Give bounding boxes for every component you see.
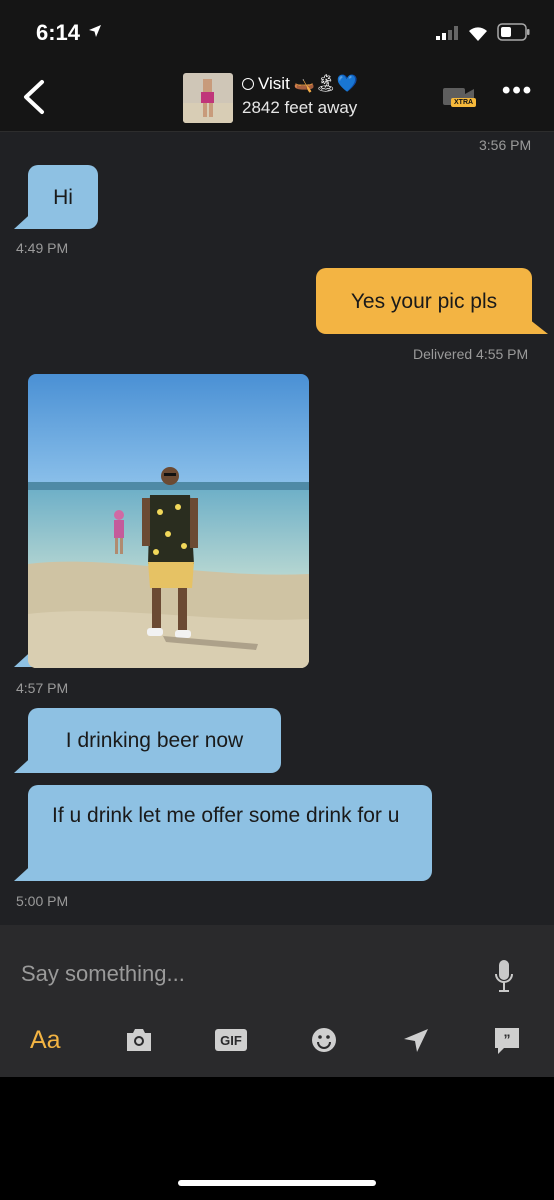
profile-distance: 2842 feet away: [242, 98, 358, 117]
signal-icon: [436, 26, 458, 40]
photo-message[interactable]: [28, 374, 309, 668]
home-indicator: [178, 1180, 376, 1186]
incoming-message[interactable]: If u drink let me offer some drink for u: [28, 785, 432, 881]
gif-label: GIF: [220, 1032, 242, 1048]
saved-phrases-icon[interactable]: ”: [492, 1023, 522, 1057]
video-call-icon[interactable]: [440, 82, 478, 112]
outgoing-message[interactable]: Yes your pic pls: [316, 268, 532, 334]
emoji-icon[interactable]: [310, 1023, 338, 1057]
timestamp: 5:00 PM: [16, 893, 69, 909]
battery-icon: [497, 23, 530, 41]
status-time: 6:14: [36, 20, 81, 45]
text-format-button[interactable]: Aa: [30, 1023, 61, 1057]
timestamp: 3:56 PM: [479, 137, 532, 153]
profile-name: Visit: [258, 74, 290, 93]
timestamp: 4:49 PM: [16, 240, 69, 256]
mic-icon[interactable]: [494, 959, 514, 995]
xtra-badge: XTRA: [451, 98, 477, 107]
online-status-icon: [242, 78, 254, 90]
profile-emojis: 🛶🏝💙: [293, 74, 358, 93]
message-text: Hi: [53, 185, 73, 209]
back-icon[interactable]: [18, 78, 52, 116]
camera-icon[interactable]: [124, 1023, 154, 1057]
avatar[interactable]: [183, 73, 233, 123]
timestamp: 4:57 PM: [16, 680, 69, 696]
message-input[interactable]: Say something...: [21, 961, 185, 987]
message-text: I drinking beer now: [65, 729, 244, 752]
svg-text:”: ”: [504, 1031, 511, 1047]
chat-screen: 6:14 Visit 🛶🏝💙 2842 feet away XTRA ••• 3…: [0, 0, 554, 1077]
delivered-status: Delivered 4:55 PM: [413, 346, 529, 362]
location-arrow-icon: [89, 25, 101, 37]
status-bar: 6:14: [0, 0, 554, 62]
chat-header: Visit 🛶🏝💙 2842 feet away XTRA •••: [0, 62, 554, 132]
location-icon[interactable]: [402, 1023, 430, 1057]
profile-name-row[interactable]: Visit 🛶🏝💙: [242, 74, 358, 94]
composer: Say something... Aa GIF ”: [0, 925, 554, 1077]
message-text: If u drink let me offer some drink for u: [52, 804, 400, 827]
more-icon[interactable]: •••: [502, 79, 533, 103]
wifi-icon: [469, 27, 487, 41]
incoming-message[interactable]: I drinking beer now: [28, 708, 281, 773]
composer-toolbar: Aa GIF ”: [0, 1023, 554, 1063]
message-text: Yes your pic pls: [350, 289, 498, 313]
incoming-message[interactable]: Hi: [28, 165, 98, 229]
